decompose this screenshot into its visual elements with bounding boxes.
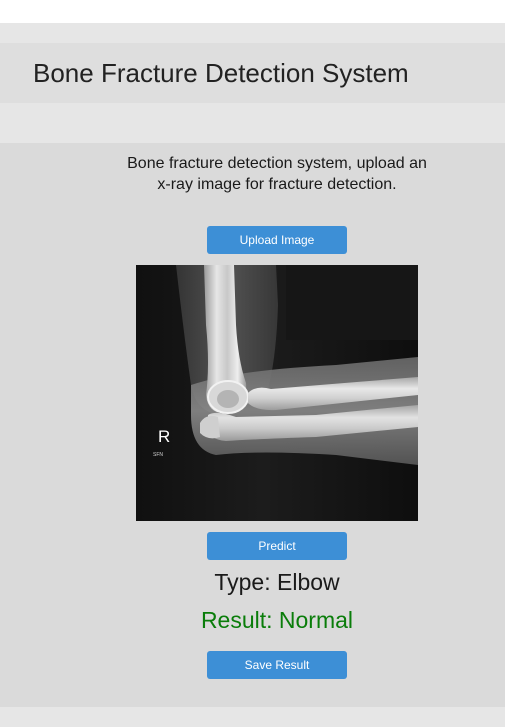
xray-marker-caption: SFN (153, 452, 163, 458)
header-spacer-band (0, 103, 505, 143)
xray-shadow-region (286, 265, 418, 340)
predict-button[interactable]: Predict (207, 532, 347, 560)
upload-image-button[interactable]: Upload Image (207, 226, 347, 254)
xray-image: R SFN (136, 265, 418, 521)
top-band (0, 23, 505, 43)
bottom-band (0, 707, 505, 727)
prediction-result-text: Result: Normal (200, 607, 354, 633)
instructions-text: Bone fracture detection system, upload a… (127, 155, 427, 193)
elbow-joint-center (217, 390, 239, 408)
app-title: Bone Fracture Detection System (33, 58, 409, 88)
detected-type-text: Type: Elbow (214, 569, 340, 595)
xray-side-marker: R (158, 427, 170, 446)
save-result-button[interactable]: Save Result (207, 651, 347, 679)
olecranon (200, 415, 220, 439)
